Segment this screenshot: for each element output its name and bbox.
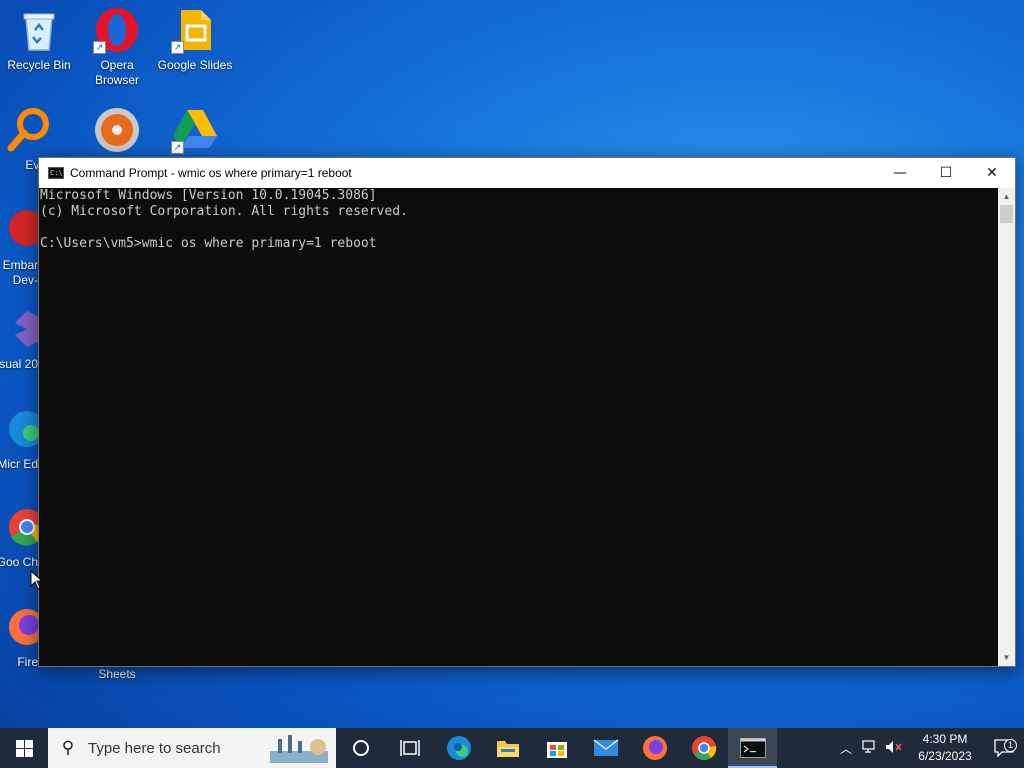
task-view-icon bbox=[399, 740, 420, 756]
command-prompt-icon bbox=[739, 738, 766, 758]
taskbar-clock[interactable]: 4:30 PM 6/23/2023 bbox=[906, 731, 984, 765]
console-line: (c) Microsoft Corporation. All rights re… bbox=[40, 204, 408, 219]
file-explorer-icon bbox=[496, 741, 519, 757]
store-icon bbox=[546, 742, 567, 758]
taskbar-chrome[interactable] bbox=[679, 728, 728, 768]
notification-badge: 1 bbox=[1004, 739, 1017, 752]
mail-icon bbox=[593, 739, 618, 756]
desktop-icon-google-drive[interactable]: ↗ bbox=[156, 106, 234, 158]
search-placeholder: Type here to search bbox=[88, 739, 221, 757]
start-button[interactable] bbox=[0, 728, 48, 768]
desktop-icon-google-slides[interactable]: ↗ Google Slides bbox=[156, 6, 234, 73]
windows-logo-icon bbox=[15, 739, 33, 757]
minimize-button[interactable]: — bbox=[877, 158, 923, 188]
mouse-cursor-icon bbox=[30, 570, 44, 590]
firefox-icon bbox=[642, 736, 667, 760]
google-slides-icon: ↗ bbox=[171, 6, 219, 54]
taskbar: ⚲ Type here to search ︿ 4:30 PM 6/23/202… bbox=[0, 728, 1024, 768]
chrome-icon bbox=[691, 736, 716, 760]
taskbar-cortana[interactable] bbox=[336, 728, 385, 768]
command-prompt-window[interactable]: C:\ Command Prompt - wmic os where prima… bbox=[38, 157, 1016, 667]
clock-date: 6/23/2023 bbox=[918, 749, 972, 763]
taskbar-command-prompt[interactable] bbox=[728, 728, 777, 768]
shortcut-arrow-icon: ↗ bbox=[171, 41, 184, 54]
desktop-icon-label: Fire bbox=[17, 655, 38, 669]
desktop-icon-label: Goo Ch bbox=[0, 555, 38, 569]
desktop-icon-label: Google Slides bbox=[157, 58, 233, 72]
command-prompt-icon: C:\ bbox=[48, 167, 64, 179]
taskbar-firefox[interactable] bbox=[630, 728, 679, 768]
volume-muted-icon[interactable] bbox=[882, 740, 906, 757]
desktop-icon-opera[interactable]: ↗ Opera Browser bbox=[78, 6, 156, 88]
taskbar-search[interactable]: ⚲ Type here to search bbox=[48, 728, 336, 768]
taskbar-file-explorer[interactable] bbox=[483, 728, 532, 768]
edge-icon bbox=[446, 736, 471, 760]
chevron-up-icon[interactable]: ︿ bbox=[834, 740, 858, 757]
desktop-icon-burn[interactable] bbox=[78, 106, 156, 158]
console-line: C:\Users\vm5>wmic os where primary=1 reb… bbox=[40, 236, 377, 251]
console-line: Microsoft Windows [Version 10.0.19045.30… bbox=[40, 188, 377, 203]
desktop-icon-label: Visual 20 bbox=[0, 357, 38, 371]
taskbar-store[interactable] bbox=[532, 728, 581, 768]
shortcut-arrow-icon: ↗ bbox=[171, 141, 184, 154]
close-button[interactable]: ✕ bbox=[969, 158, 1015, 188]
search-highlight-image bbox=[270, 735, 328, 763]
desktop-icon-label: Embar Dev- bbox=[2, 258, 38, 287]
clock-time: 4:30 PM bbox=[922, 732, 968, 746]
search-icon: ⚲ bbox=[61, 738, 75, 757]
recycle-bin-icon bbox=[15, 6, 63, 54]
vertical-scrollbar[interactable]: ▲ ▼ bbox=[998, 188, 1015, 666]
window-titlebar[interactable]: C:\ Command Prompt - wmic os where prima… bbox=[39, 158, 1015, 188]
taskbar-mail[interactable] bbox=[581, 728, 630, 768]
desktop-icon-label: Opera Browser bbox=[94, 58, 139, 87]
scroll-down-icon[interactable]: ▼ bbox=[998, 649, 1015, 666]
desktop-icon-google-sheets[interactable]: Sheets bbox=[78, 667, 156, 682]
scrollbar-thumb[interactable] bbox=[1000, 205, 1013, 223]
desktop-icon-recycle-bin[interactable]: Recycle Bin bbox=[0, 6, 78, 73]
desktop-icon-label: Recycle Bin bbox=[7, 58, 71, 72]
console-output[interactable]: Microsoft Windows [Version 10.0.19045.30… bbox=[39, 188, 998, 666]
taskbar-edge[interactable] bbox=[434, 728, 483, 768]
everything-search-icon bbox=[3, 106, 51, 154]
taskbar-task-view[interactable] bbox=[385, 728, 434, 768]
scroll-up-icon[interactable]: ▲ bbox=[998, 188, 1015, 205]
opera-icon: ↗ bbox=[93, 6, 141, 54]
window-title: Command Prompt - wmic os where primary=1… bbox=[70, 166, 352, 180]
network-icon[interactable] bbox=[858, 739, 882, 757]
desktop-icon-label: Micr Ed bbox=[0, 457, 38, 471]
burn-disc-icon bbox=[93, 106, 141, 154]
google-drive-icon: ↗ bbox=[171, 106, 219, 154]
shortcut-arrow-icon: ↗ bbox=[93, 41, 106, 54]
action-center-button[interactable]: 1 bbox=[984, 739, 1024, 757]
system-tray: ︿ 4:30 PM 6/23/2023 1 bbox=[834, 728, 1024, 768]
desktop-icon-label: Sheets bbox=[98, 667, 136, 681]
cortana-icon bbox=[352, 740, 369, 756]
maximize-button[interactable]: ☐ bbox=[923, 158, 969, 188]
